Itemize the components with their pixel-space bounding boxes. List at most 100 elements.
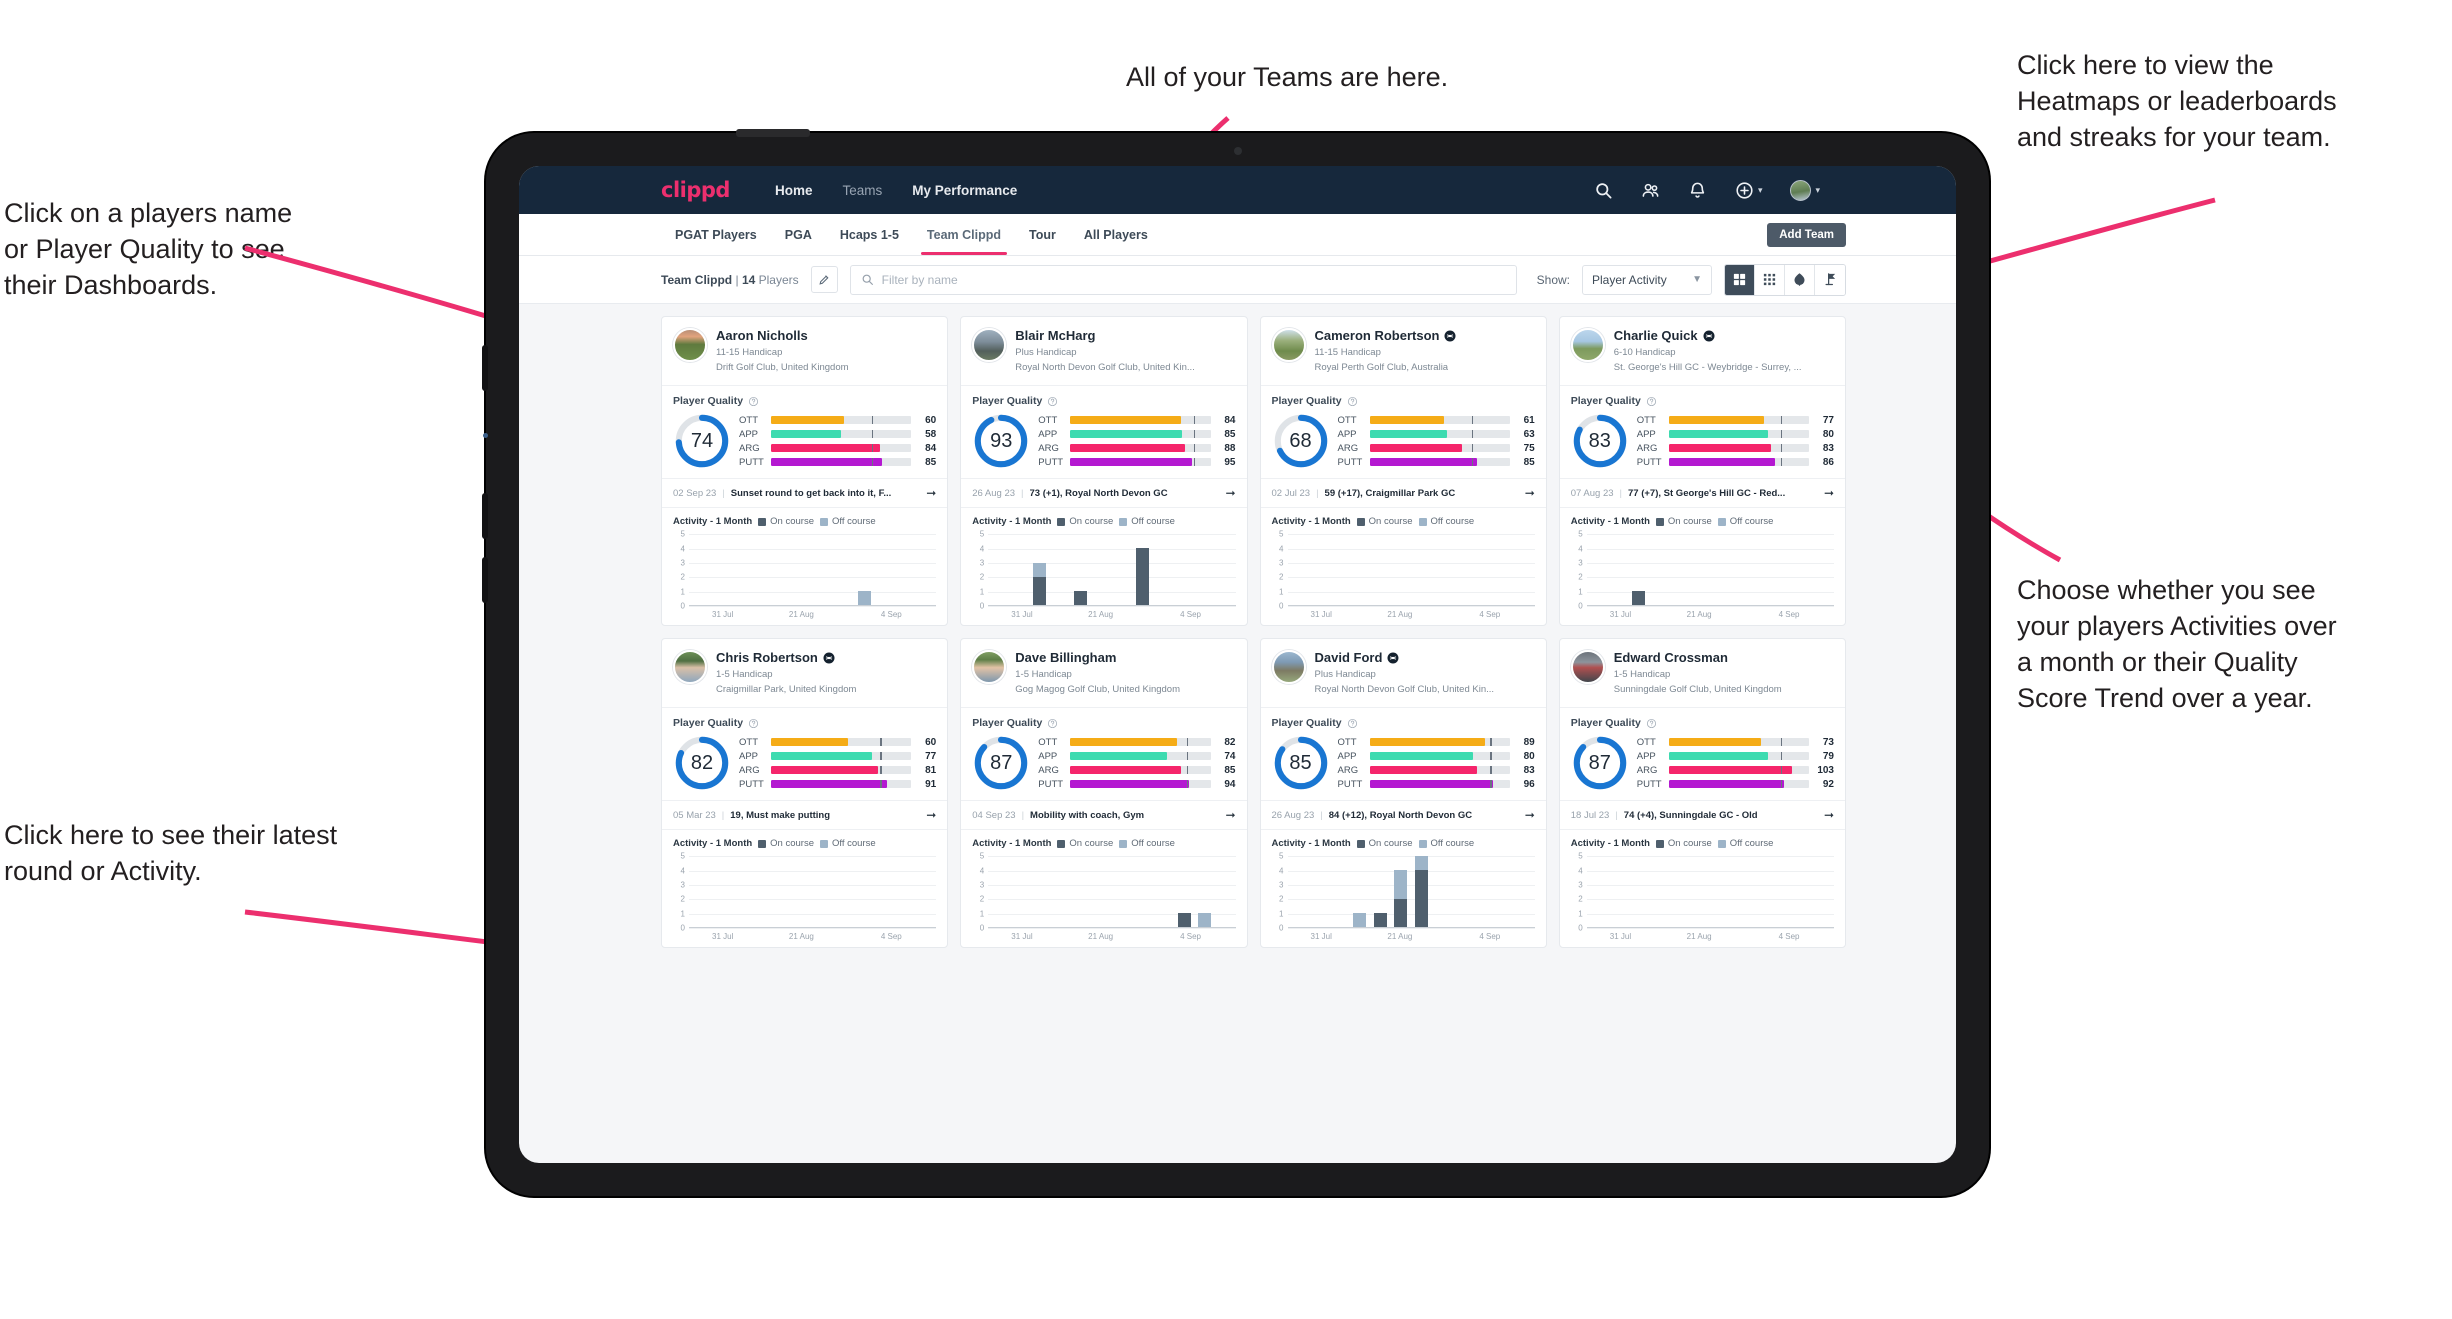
latest-round-row[interactable]: 07 Aug 23 | 77 (+7), St George's Hill GC… (1559, 479, 1845, 509)
player-quality-block[interactable]: Player Quality 68 OTT 61 APP 63 ARG 75 P… (1260, 386, 1546, 480)
people-icon[interactable] (1641, 181, 1660, 200)
tab-pga[interactable]: PGA (771, 214, 826, 255)
question-circle-icon[interactable] (748, 396, 759, 407)
player-handicap: Plus Handicap (1015, 346, 1077, 358)
activity-bar-stack (1312, 534, 1325, 605)
view-toggle-grid-small[interactable] (1755, 264, 1785, 295)
player-card[interactable]: Charlie Quick 6-10 Handicap St. George's… (1558, 316, 1846, 627)
arrow-right-icon[interactable]: ➞ (1219, 486, 1235, 500)
plus-circle-icon[interactable] (1735, 181, 1754, 200)
question-circle-icon[interactable] (1347, 718, 1358, 729)
player-card[interactable]: Edward Crossman 1-5 Handicap Sunningdale… (1558, 638, 1846, 949)
latest-round-row[interactable]: 18 Jul 23 | 74 (+4), Sunningdale GC - Ol… (1559, 801, 1845, 831)
player-name[interactable]: Edward Crossman (1614, 650, 1782, 666)
question-circle-icon[interactable] (1347, 396, 1358, 407)
player-quality-block[interactable]: Player Quality 87 OTT 73 APP 79 ARG 103 … (1559, 708, 1845, 802)
bell-icon[interactable] (1688, 181, 1707, 200)
player-card-header[interactable]: Cameron Robertson 11-15 Handicap Royal P… (1260, 317, 1546, 387)
chart-slot (1091, 534, 1112, 605)
player-card[interactable]: Aaron Nicholls 11-15 Handicap Drift Golf… (661, 316, 949, 627)
add-team-button[interactable]: Add Team (1767, 222, 1846, 247)
plus-circle-group[interactable]: ▾ (1735, 181, 1763, 200)
question-circle-icon[interactable] (1047, 396, 1058, 407)
tab-tour[interactable]: Tour (1015, 214, 1070, 255)
avatar[interactable] (673, 650, 707, 685)
player-name[interactable]: Blair McHarg (1015, 328, 1195, 344)
latest-round-row[interactable]: 02 Sep 23 | Sunset round to get back int… (662, 479, 948, 509)
arrow-right-icon[interactable]: ➞ (1519, 486, 1535, 500)
search-box[interactable] (849, 264, 1517, 295)
arrow-right-icon[interactable]: ➞ (1219, 808, 1235, 822)
player-name[interactable]: David Ford (1315, 650, 1495, 666)
player-card[interactable]: David Ford Plus Handicap Royal North Dev… (1259, 638, 1547, 949)
player-name[interactable]: Cameron Robertson (1315, 328, 1457, 344)
latest-round-row[interactable]: 26 Aug 23 | 84 (+12), Royal North Devon … (1260, 801, 1546, 831)
search-input[interactable] (881, 272, 1506, 287)
latest-round-row[interactable]: 05 Mar 23 | 19, Must make putting ➞ (662, 801, 948, 831)
tab-team-clippd[interactable]: Team Clippd (913, 214, 1015, 255)
player-card[interactable]: Blair McHarg Plus Handicap Royal North D… (960, 316, 1248, 627)
clippd-logo[interactable]: clippd (661, 178, 730, 202)
tab-hcaps-1-5[interactable]: Hcaps 1-5 (826, 214, 913, 255)
nav-link-my-performance[interactable]: My Performance (897, 183, 1032, 198)
chevron-down-icon[interactable]: ▾ (1815, 185, 1820, 196)
chart-slot (771, 856, 792, 927)
avatar[interactable] (1271, 650, 1306, 685)
avatar[interactable] (1570, 328, 1605, 362)
activity-plot (988, 856, 1235, 928)
nav-link-teams[interactable]: Teams (827, 183, 897, 198)
question-circle-icon[interactable] (748, 718, 759, 729)
player-quality-block[interactable]: Player Quality 93 OTT 84 APP 85 ARG 88 P… (961, 386, 1247, 480)
player-quality-block[interactable]: Player Quality 87 OTT 82 APP 74 ARG 85 P… (961, 708, 1247, 802)
player-name[interactable]: Chris Robertson (716, 650, 856, 666)
player-card-header[interactable]: Edward Crossman 1-5 Handicap Sunningdale… (1559, 639, 1845, 709)
player-card-header[interactable]: Aaron Nicholls 11-15 Handicap Drift Golf… (662, 317, 948, 387)
edit-team-button[interactable] (810, 266, 838, 293)
player-card-header[interactable]: Chris Robertson 1-5 Handicap Craigmillar… (662, 639, 948, 709)
avatar[interactable] (1271, 328, 1306, 362)
view-toggle-flag[interactable] (1815, 264, 1845, 295)
avatar[interactable] (673, 328, 707, 362)
arrow-right-icon[interactable]: ➞ (920, 808, 936, 822)
arrow-right-icon[interactable]: ➞ (1818, 486, 1834, 500)
player-name[interactable]: Dave Billingham (1015, 650, 1180, 666)
metric-bar-track (1070, 766, 1211, 775)
arrow-right-icon[interactable]: ➞ (1818, 808, 1834, 822)
player-quality-block[interactable]: Player Quality 74 OTT 60 APP 58 ARG 84 P… (662, 386, 948, 480)
y-axis-tick: 3 (1578, 880, 1583, 890)
nav-link-home[interactable]: Home (760, 183, 828, 198)
view-toggle-heatmap[interactable] (1785, 264, 1815, 295)
question-circle-icon[interactable] (1047, 718, 1058, 729)
player-card-header[interactable]: David Ford Plus Handicap Royal North Dev… (1260, 639, 1546, 709)
arrow-right-icon[interactable]: ➞ (1519, 808, 1535, 822)
player-quality-block[interactable]: Player Quality 82 OTT 60 APP 77 ARG 81 P… (662, 708, 948, 802)
avatar[interactable] (972, 650, 1007, 685)
search-icon[interactable] (1594, 181, 1613, 200)
arrow-right-icon[interactable]: ➞ (920, 486, 936, 500)
avatar[interactable] (1570, 650, 1605, 685)
avatar[interactable] (1790, 179, 1812, 201)
player-card-header[interactable]: Dave Billingham 1-5 Handicap Gog Magog G… (961, 639, 1247, 709)
player-name[interactable]: Aaron Nicholls (716, 328, 849, 344)
metric-bars: OTT 84 APP 85 ARG 88 PUTT 95 (1038, 415, 1235, 468)
player-name[interactable]: Charlie Quick (1614, 328, 1802, 344)
player-card[interactable]: Dave Billingham 1-5 Handicap Gog Magog G… (960, 638, 1248, 949)
tab-all-players[interactable]: All Players (1070, 214, 1162, 255)
player-card[interactable]: Cameron Robertson 11-15 Handicap Royal P… (1259, 316, 1547, 627)
player-card[interactable]: Chris Robertson 1-5 Handicap Craigmillar… (661, 638, 949, 949)
latest-round-row[interactable]: 02 Jul 23 | 59 (+17), Craigmillar Park G… (1260, 479, 1546, 509)
player-card-header[interactable]: Charlie Quick 6-10 Handicap St. George's… (1559, 317, 1845, 387)
question-circle-icon[interactable] (1646, 718, 1657, 729)
chevron-down-icon[interactable]: ▾ (1758, 185, 1763, 196)
latest-round-row[interactable]: 04 Sep 23 | Mobility with coach, Gym ➞ (961, 801, 1247, 831)
view-toggle-grid-large[interactable] (1725, 264, 1755, 295)
player-card-header[interactable]: Blair McHarg Plus Handicap Royal North D… (961, 317, 1247, 387)
tab-pgat-players[interactable]: PGAT Players (661, 214, 771, 255)
player-quality-block[interactable]: Player Quality 83 OTT 77 APP 80 ARG 83 P… (1559, 386, 1845, 480)
latest-round-row[interactable]: 26 Aug 23 | 73 (+1), Royal North Devon G… (961, 479, 1247, 509)
avatar[interactable] (972, 328, 1007, 362)
user-menu[interactable]: ▾ (1790, 179, 1820, 201)
player-quality-block[interactable]: Player Quality 85 OTT 89 APP 80 ARG 83 P… (1260, 708, 1546, 802)
show-select[interactable]: Player Activity ▼ (1582, 264, 1712, 295)
question-circle-icon[interactable] (1646, 396, 1657, 407)
